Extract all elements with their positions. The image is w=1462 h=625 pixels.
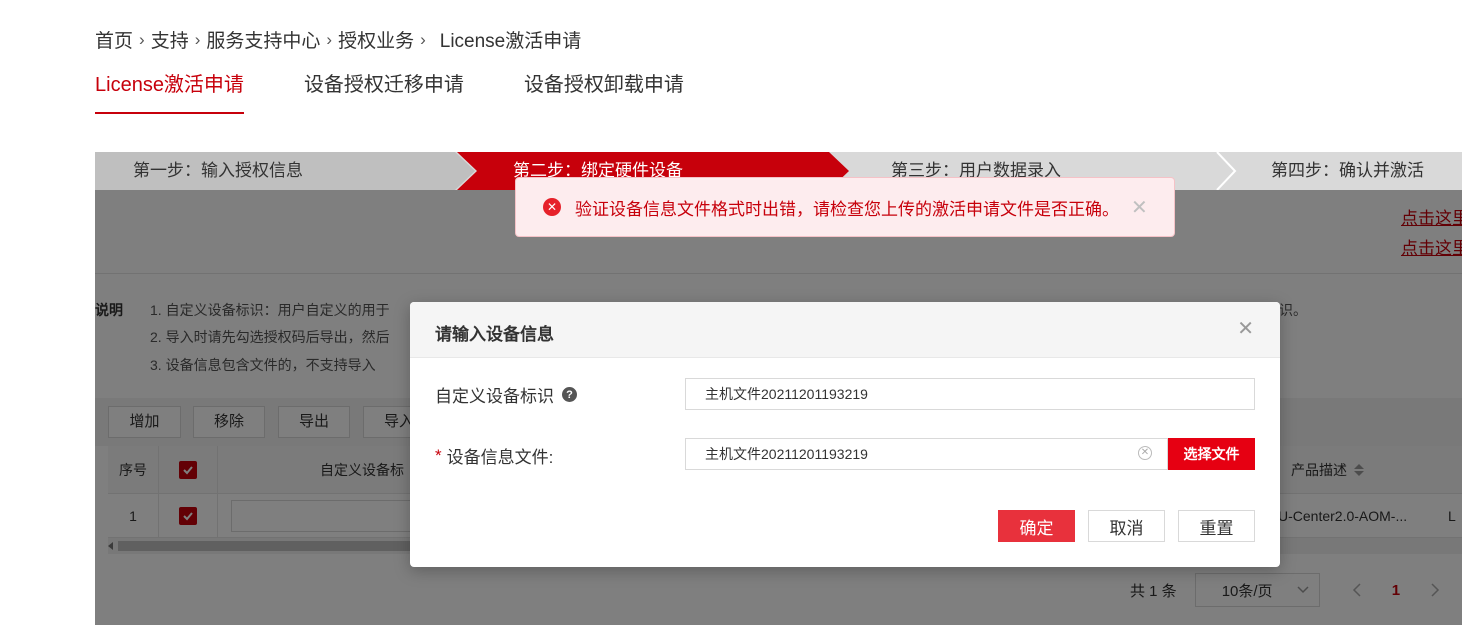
file-input[interactable] [685,438,1168,470]
breadcrumb-support[interactable]: 支持 [151,26,189,53]
custom-id-input[interactable] [685,378,1255,410]
confirm-button[interactable]: 确定 [998,510,1075,542]
modal-close-icon[interactable]: ✕ [1237,316,1254,341]
breadcrumb-service-center[interactable]: 服务支持中心 [206,26,320,53]
breadcrumb: 首页 › 支持 › 服务支持中心 › 授权业务 › License激活申请 [95,26,581,53]
tab-device-migration[interactable]: 设备授权迁移申请 [304,70,464,114]
modal-title: 请输入设备信息 [435,325,554,344]
reset-button[interactable]: 重置 [1178,510,1255,542]
error-toast: ✕ 验证设备信息文件格式时出错，请检查您上传的激活申请文件是否正确。 ✕ [515,177,1175,237]
required-mark: * [435,445,442,465]
cancel-button[interactable]: 取消 [1088,510,1165,542]
breadcrumb-separator: › [194,29,201,49]
file-label: * 设备信息文件: [435,443,553,468]
breadcrumb-separator: › [326,29,333,49]
step-4: 第四步：确认并激活 [1271,161,1424,180]
breadcrumb-current: License激活申请 [439,31,582,52]
step-divider-icon [1216,152,1237,190]
error-message: 验证设备信息文件格式时出错，请检查您上传的激活申请文件是否正确。 [575,199,1119,219]
breadcrumb-home[interactable]: 首页 [95,26,133,53]
help-icon[interactable]: ? [562,387,577,402]
step-1: 第一步：输入授权信息 [95,152,475,190]
error-icon: ✕ [543,198,561,216]
tab-device-uninstall[interactable]: 设备授权卸载申请 [524,70,684,114]
clear-icon[interactable]: ✕ [1138,446,1152,460]
breadcrumb-separator: › [139,29,145,49]
modal-header: 请输入设备信息 ✕ [410,302,1280,358]
custom-id-label-text: 自定义设备标识 [435,387,554,406]
choose-file-button[interactable]: 选择文件 [1168,438,1255,470]
tab-license-activation[interactable]: License激活申请 [95,70,244,114]
breadcrumb-separator: › [420,29,426,49]
close-icon[interactable]: ✕ [1131,195,1148,220]
device-info-modal: 请输入设备信息 ✕ 自定义设备标识 ? * 设备信息文件: ✕ 选择文件 确定 … [410,302,1280,567]
tab-bar: License激活申请 设备授权迁移申请 设备授权卸载申请 [95,70,744,114]
file-label-text: 设备信息文件: [446,448,554,467]
breadcrumb-license-business[interactable]: 授权业务 [338,26,414,53]
custom-id-label: 自定义设备标识 ? [435,382,577,407]
